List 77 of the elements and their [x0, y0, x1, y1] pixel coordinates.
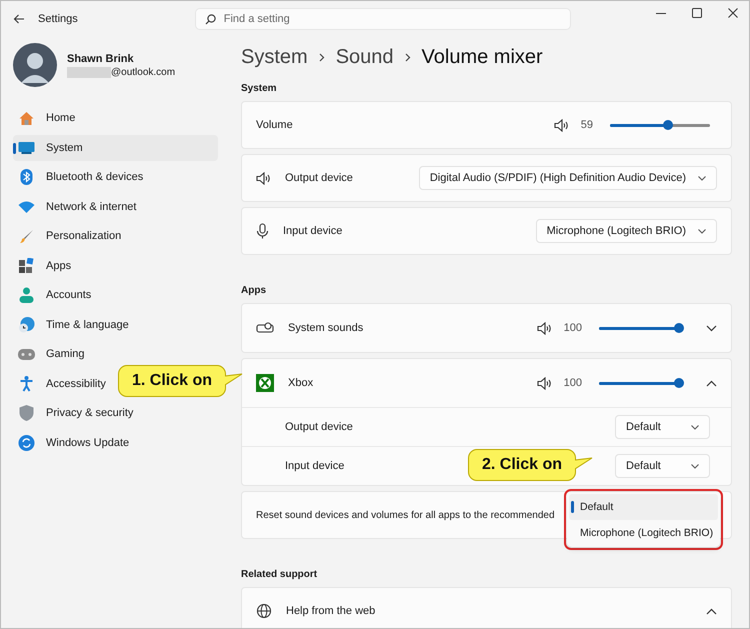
chevron-right-icon [318, 52, 325, 62]
sidebar-item[interactable]: Accounts [13, 282, 218, 308]
chevron-up-icon[interactable] [706, 608, 717, 614]
wifi-icon [18, 200, 35, 213]
sidebar-item[interactable]: Personalization [13, 223, 218, 250]
bluetooth-icon [18, 169, 35, 186]
sidebar-item[interactable]: System [13, 134, 218, 161]
globe-icon [256, 603, 272, 619]
input-device-dropdown[interactable]: Default [615, 454, 710, 478]
section-heading: Related support [241, 569, 318, 580]
sidebar-item[interactable]: Bluetooth & devices [13, 164, 218, 190]
input-device-dropdown[interactable]: Microphone (Logitech BRIO) [536, 219, 717, 243]
speaker-icon [536, 376, 552, 390]
account-name: Shawn Brink [67, 52, 135, 64]
search-field[interactable]: Find a setting [194, 8, 571, 30]
window-title: Settings [38, 13, 78, 25]
avatar [13, 43, 57, 87]
setting-label: Volume [256, 119, 293, 131]
brush-icon [18, 228, 35, 244]
setting-label: Input device [283, 225, 342, 237]
volume-reading: 100 [564, 322, 582, 334]
output-device-dropdown[interactable]: Digital Audio (S/PDIF) (High Definition Audio Device) [418, 166, 717, 190]
shield-icon [18, 405, 35, 422]
refresh-icon [18, 434, 35, 451]
apps-icon [18, 258, 35, 274]
app-name: Xbox [288, 377, 314, 389]
callout-tooltip: 2. Click on [468, 449, 576, 481]
output-device-dropdown[interactable]: Default [615, 415, 710, 439]
callout-tooltip: 1. Click on [118, 365, 226, 397]
gamepad-icon [18, 348, 35, 360]
setting-label: Output device [285, 421, 353, 433]
sidebar-item[interactable]: Apps [13, 252, 218, 279]
speaker-icon [554, 118, 569, 132]
house-icon [18, 110, 35, 126]
support-link-label: Help from the web [286, 605, 376, 617]
breadcrumb-item: Volume mixer [422, 46, 543, 68]
globe-clock-icon [18, 316, 35, 333]
section-heading: Apps [241, 285, 267, 296]
sidebar-item[interactable]: Gaming [13, 341, 218, 368]
support-card[interactable]: Help from the web [241, 587, 732, 628]
sidebar-item[interactable]: Privacy & security [13, 400, 218, 426]
account-email: @outlook.com [111, 66, 176, 78]
speaker-icon [536, 322, 552, 334]
maximize-icon[interactable] [692, 8, 702, 18]
menu-option[interactable]: Default [569, 494, 718, 520]
chevron-down-icon [698, 176, 706, 180]
chevron-down-icon[interactable] [706, 324, 717, 332]
search-icon [204, 14, 216, 25]
app-name: System sounds [288, 322, 364, 334]
volume-reading: 100 [564, 377, 582, 389]
setting-label: Output device [285, 172, 353, 184]
chevron-up-icon[interactable] [706, 380, 717, 386]
sidebar-item[interactable]: Time & language [13, 312, 218, 338]
breadcrumb-item[interactable]: System [241, 46, 308, 68]
projector-icon [256, 322, 274, 334]
accessibility-icon [18, 376, 35, 392]
reset-description: Reset sound devices and volumes for all apps to the recommended [256, 510, 555, 520]
microphone-icon [256, 223, 269, 239]
person-icon [18, 287, 35, 304]
app-icon [256, 374, 274, 392]
menu-option[interactable]: Microphone (Logitech BRIO) [569, 520, 718, 546]
chevron-down-icon [691, 424, 699, 430]
setting-label: Input device [285, 460, 344, 472]
monitor-icon [18, 141, 35, 154]
speaker-icon [256, 172, 271, 184]
sidebar-item[interactable]: Network & internet [13, 194, 218, 220]
sidebar-item[interactable]: Windows Update [13, 430, 218, 456]
sidebar-item[interactable]: Home [13, 105, 218, 132]
breadcrumb-item[interactable]: Sound [336, 46, 394, 68]
close-icon[interactable] [728, 8, 738, 18]
chevron-down-icon [691, 464, 699, 468]
redacted-text [67, 66, 111, 78]
chevron-down-icon [698, 228, 706, 234]
section-heading: System [241, 83, 278, 94]
volume-reading: 59 [580, 119, 593, 131]
back-arrow-icon[interactable] [13, 14, 25, 24]
chevron-right-icon [404, 52, 411, 62]
